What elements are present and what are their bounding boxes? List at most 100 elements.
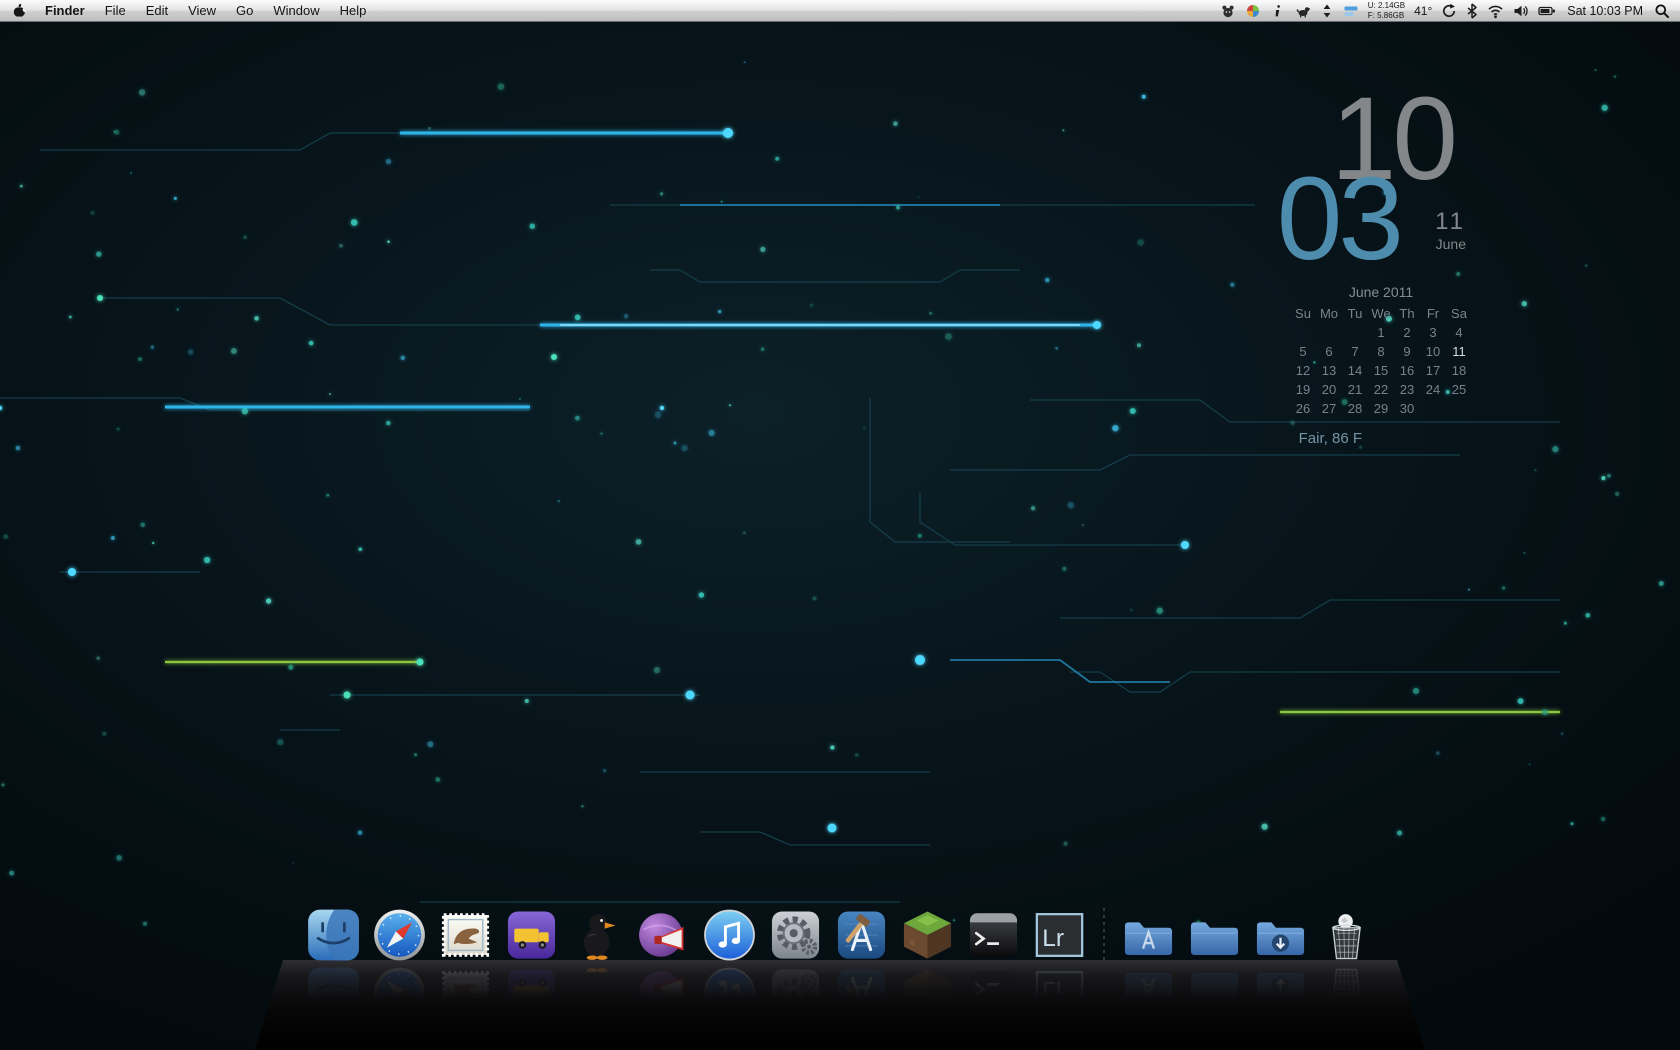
calendar-day: 29 — [1373, 401, 1389, 416]
temperature-readout[interactable]: 41° — [1414, 4, 1432, 18]
critter-icon[interactable] — [1220, 3, 1236, 19]
calendar-day: 21 — [1347, 382, 1363, 397]
calendar-day: 18 — [1451, 363, 1467, 378]
wallpaper-dots — [1, 61, 1664, 927]
calendar-day-header: Sa — [1451, 306, 1467, 321]
volume-icon[interactable] — [1513, 3, 1529, 19]
menu-finder[interactable]: Finder — [35, 3, 95, 18]
dock-icon-megaphone-globe[interactable] — [635, 906, 693, 1015]
calendar-day-header: Mo — [1319, 306, 1339, 321]
weather-widget: Fair, 86 F — [1298, 430, 1362, 447]
calendar-day: 15 — [1373, 363, 1389, 378]
calendar-day — [1446, 399, 1472, 418]
calendar-day-header: Th — [1399, 306, 1415, 321]
menu-edit[interactable]: Edit — [136, 3, 178, 18]
bluetooth-icon[interactable] — [1466, 2, 1478, 19]
memory-readout[interactable]: U: 2.14GB F: 5.86GB — [1368, 1, 1405, 20]
dock-icons: Lr Lr — [305, 906, 1376, 1019]
dock-icon-transmit[interactable] — [503, 906, 561, 1017]
dock-icon-documents-folder[interactable] — [1186, 906, 1244, 1006]
calendar-day: 9 — [1403, 344, 1411, 359]
menu-file[interactable]: File — [95, 3, 136, 18]
dock-icon-duck[interactable] — [569, 906, 627, 1014]
calendar-day: 10 — [1425, 344, 1441, 359]
status-area: U: 2.14GB F: 5.86GB 41° Sat 10:03 PM — [1220, 1, 1670, 20]
menu-window[interactable]: Window — [263, 3, 329, 18]
calendar-day-header: Tu — [1347, 306, 1363, 321]
dock-icon-system-preferences[interactable] — [767, 906, 825, 1017]
dog-icon[interactable] — [1295, 3, 1311, 19]
dock-icon-xcode[interactable] — [833, 906, 891, 1017]
calendar-day: 11 — [1452, 344, 1466, 359]
dock-icon-minecraft[interactable] — [899, 906, 957, 1017]
calendar-day: 5 — [1299, 344, 1307, 359]
info-icon[interactable] — [1270, 3, 1286, 19]
menu-bar: Finder File Edit View Go Window Help U: 2.14GB… — [0, 0, 1680, 22]
calendar-day-header: Fr — [1426, 306, 1440, 321]
spotlight-icon[interactable] — [1654, 3, 1670, 19]
sync-icon[interactable] — [1441, 3, 1457, 19]
calendar-day — [1290, 323, 1316, 342]
calendar-day — [1316, 323, 1342, 342]
updown-arrows-icon[interactable] — [1320, 3, 1334, 19]
apple-menu-icon[interactable] — [10, 3, 35, 18]
battery-icon[interactable] — [1538, 3, 1556, 19]
calendar-grid: Su Mo Tu We Th Fr Sa 1 2 3 4 5 6 7 8 9 10 11 12 13 14 15 16 17 1… — [1290, 304, 1472, 418]
dock-icon-terminal[interactable] — [965, 906, 1023, 1015]
status-icons-left — [1220, 3, 1359, 19]
pinwheel-icon[interactable] — [1245, 3, 1261, 19]
status-icons-right — [1441, 2, 1556, 19]
calendar-day: 4 — [1455, 325, 1463, 340]
calendar-day: 20 — [1321, 382, 1337, 397]
screen: Finder File Edit View Go Window Help U: 2.14GB… — [0, 0, 1680, 1050]
calendar-day-header: Su — [1295, 306, 1311, 321]
dock-separator — [1103, 908, 1105, 964]
calendar-day: 8 — [1377, 344, 1385, 359]
dock-icon-finder[interactable] — [305, 906, 363, 1019]
calendar-day: 19 — [1295, 382, 1311, 397]
dock-icon-applications-folder[interactable] — [1120, 906, 1178, 1006]
calendar-day: 13 — [1321, 363, 1337, 378]
calendar-day: 7 — [1351, 344, 1359, 359]
calendar-day: 3 — [1429, 325, 1437, 340]
svg-text:Lr: Lr — [1042, 925, 1064, 952]
dock-icon-lightroom[interactable]: Lr Lr — [1031, 906, 1089, 1015]
dock-icon-safari[interactable] — [371, 906, 429, 1019]
wifi-icon[interactable] — [1487, 3, 1504, 19]
calendar-day: 23 — [1399, 382, 1415, 397]
menu-go[interactable]: Go — [226, 3, 263, 18]
calendar-day: 12 — [1295, 363, 1311, 378]
calendar-day: 2 — [1403, 325, 1411, 340]
circuit-wallpaper-art — [0, 61, 1664, 927]
dock-icon-downloads-folder[interactable] — [1252, 906, 1310, 1006]
menu-view[interactable]: View — [178, 3, 226, 18]
calendar-day — [1342, 323, 1368, 342]
calendar-day: 30 — [1399, 401, 1415, 416]
calendar-day: 17 — [1425, 363, 1441, 378]
calendar-day: 16 — [1399, 363, 1415, 378]
calendar-title: June 2011 — [1348, 284, 1414, 300]
calendar-day: 22 — [1373, 382, 1389, 397]
calendar-day — [1420, 399, 1446, 418]
calendar-widget: June 2011 Su Mo Tu We Th Fr Sa 1 2 3 4 5 6 7 8 9 10 11 12 1… — [1290, 284, 1472, 418]
calendar-day: 25 — [1451, 382, 1467, 397]
calendar-day: 26 — [1295, 401, 1311, 416]
calendar-day: 6 — [1325, 344, 1333, 359]
calendar-day: 24 — [1425, 382, 1441, 397]
meter-icon[interactable] — [1343, 3, 1359, 19]
calendar-day: 27 — [1321, 401, 1337, 416]
menu-help[interactable]: Help — [330, 3, 377, 18]
menu-clock[interactable]: Sat 10:03 PM — [1565, 4, 1645, 18]
memory-free: F: 5.86GB — [1367, 10, 1405, 20]
menu-items: Finder File Edit View Go Window Help — [35, 3, 376, 18]
dock-shelf — [255, 960, 1425, 1050]
calendar-day-header: We — [1371, 306, 1391, 321]
dock-icon-trash[interactable] — [1318, 906, 1376, 1014]
calendar-day: 28 — [1347, 401, 1363, 416]
dock-icon-mail[interactable] — [437, 906, 495, 1015]
desktop-wallpaper: 10 03 11 June June 2011 Su Mo Tu We Th Fr Sa 1 2… — [0, 22, 1680, 1050]
dock-icon-itunes[interactable] — [701, 906, 759, 1019]
memory-used: U: 2.14GB — [1367, 0, 1406, 10]
calendar-day: 1 — [1377, 325, 1385, 340]
calendar-day: 14 — [1347, 363, 1363, 378]
